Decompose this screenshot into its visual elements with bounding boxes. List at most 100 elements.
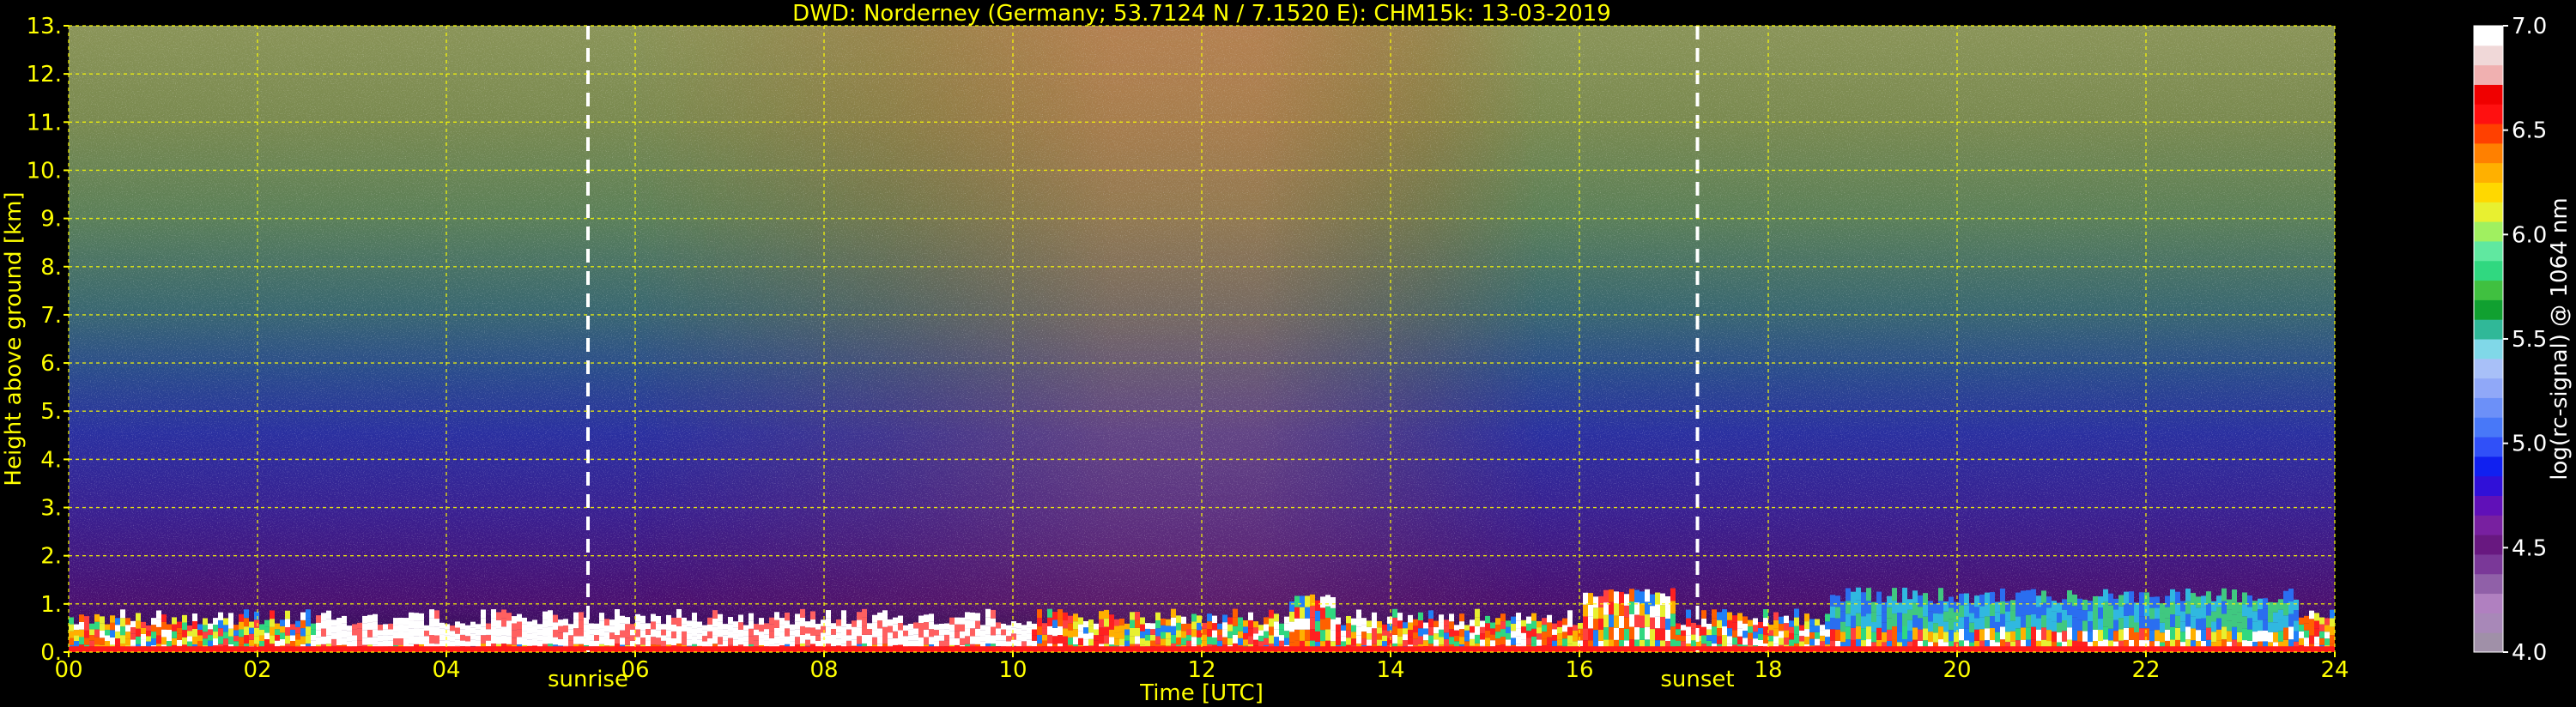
colorbar-segment xyxy=(2474,26,2503,46)
aerosol-cell xyxy=(512,616,517,624)
aerosol-cell xyxy=(800,625,805,635)
aerosol-cell xyxy=(728,631,733,638)
y-tick-label: 11. xyxy=(27,110,62,136)
aerosol-cell xyxy=(120,618,125,627)
colorbar-tick-label: 5.0 xyxy=(2512,432,2547,457)
aerosol-cell xyxy=(1372,636,1377,644)
aerosol-cell xyxy=(1243,626,1248,633)
aerosol-cell xyxy=(450,641,455,647)
aerosol-cell xyxy=(1094,629,1099,636)
aerosol-cell xyxy=(1011,639,1016,646)
aerosol-cell xyxy=(857,636,862,644)
aerosol-cell xyxy=(1712,609,1717,619)
aerosol-cell xyxy=(1537,633,1542,640)
aerosol-cell xyxy=(1099,611,1104,619)
aerosol-cell xyxy=(1789,626,1794,633)
aerosol-cell xyxy=(429,635,434,644)
aerosol-cell xyxy=(1449,621,1454,630)
aerosol-cell xyxy=(2273,612,2278,623)
aerosol-cell xyxy=(1233,608,1238,618)
aerosol-cell xyxy=(615,618,620,627)
aerosol-cell xyxy=(1603,627,1609,640)
colorbar-segment xyxy=(2474,221,2503,242)
aerosol-cell xyxy=(1470,638,1475,646)
aerosol-cell xyxy=(723,640,728,647)
aerosol-cell xyxy=(785,620,790,629)
aerosol-cell xyxy=(1336,638,1341,645)
aerosol-cell xyxy=(872,614,877,623)
aerosol-cell xyxy=(2124,627,2129,640)
aerosol-cell xyxy=(573,612,579,620)
aerosol-cell xyxy=(1763,618,1768,627)
aerosol-cell xyxy=(960,631,965,638)
aerosol-cell xyxy=(223,638,228,646)
aerosol-cell xyxy=(2021,627,2026,640)
aerosol-cell xyxy=(1825,613,1830,622)
aerosol-cell xyxy=(1387,623,1392,631)
aerosol-cell xyxy=(1042,634,1047,641)
aerosol-cell xyxy=(790,635,795,642)
aerosol-cell xyxy=(924,637,929,645)
aerosol-cell xyxy=(831,640,836,647)
aerosol-cell xyxy=(1011,633,1016,640)
aerosol-cell xyxy=(2015,604,2021,617)
aerosol-cell xyxy=(1650,617,1655,630)
aerosol-cell xyxy=(1892,601,1897,614)
aerosol-cell xyxy=(1248,628,1253,637)
aerosol-cell xyxy=(1284,638,1289,645)
aerosol-cell xyxy=(2314,636,2319,644)
aerosol-cell xyxy=(1820,635,1825,642)
aerosol-cell xyxy=(893,638,898,645)
aerosol-cell xyxy=(702,636,707,642)
aerosol-cell xyxy=(1779,624,1784,631)
aerosol-cell xyxy=(161,629,167,638)
aerosol-cell xyxy=(1197,637,1202,645)
aerosol-cell xyxy=(1006,625,1011,631)
aerosol-cell xyxy=(2124,615,2129,628)
aerosol-cell xyxy=(120,609,125,619)
aerosol-cell xyxy=(1464,636,1470,642)
aerosol-cell xyxy=(1356,635,1361,644)
aerosol-cell xyxy=(2180,621,2185,632)
aerosol-cell xyxy=(852,626,857,633)
aerosol-cell xyxy=(1413,632,1418,639)
aerosol-cell xyxy=(409,612,414,621)
aerosol-cell xyxy=(944,634,949,641)
aerosol-cell xyxy=(1809,625,1815,632)
aerosol-cell xyxy=(2021,590,2026,603)
aerosol-cell xyxy=(187,636,192,642)
aerosol-cell xyxy=(1768,630,1773,636)
aerosol-cell xyxy=(1068,615,1073,624)
aerosol-cell xyxy=(1418,612,1423,620)
y-tick-label: 8. xyxy=(40,255,62,281)
aerosol-cell xyxy=(1382,641,1387,647)
aerosol-cell xyxy=(579,612,584,620)
aerosol-cell xyxy=(2149,607,2155,619)
aerosol-cell xyxy=(1670,613,1676,627)
aerosol-cell xyxy=(790,630,795,636)
y-axis-label: Height above ground [km] xyxy=(1,191,27,486)
aerosol-cell xyxy=(2015,592,2021,605)
aerosol-cell xyxy=(1897,632,1902,643)
colorbar-segment xyxy=(2474,437,2503,457)
aerosol-cell xyxy=(1300,607,1305,619)
aerosol-cell xyxy=(2196,607,2201,619)
aerosol-cell xyxy=(1794,625,1799,635)
aerosol-cell xyxy=(182,614,187,623)
colorbar-segment xyxy=(2474,397,2503,418)
aerosol-cell xyxy=(1640,591,1645,604)
aerosol-cell xyxy=(1454,625,1459,631)
aerosol-cell xyxy=(321,628,326,637)
aerosol-cell xyxy=(1676,623,1681,630)
aerosol-cell xyxy=(723,624,728,630)
aerosol-cell xyxy=(980,641,985,647)
aerosol-cell xyxy=(888,625,893,633)
aerosol-cell xyxy=(594,640,599,647)
aerosol-cell xyxy=(347,631,352,637)
aerosol-cell xyxy=(949,624,955,631)
y-tick-label: 1. xyxy=(40,592,62,618)
aerosol-cell xyxy=(918,630,924,638)
aerosol-cell xyxy=(985,608,991,618)
aerosol-cell xyxy=(996,634,1001,641)
aerosol-cell xyxy=(1542,631,1547,639)
